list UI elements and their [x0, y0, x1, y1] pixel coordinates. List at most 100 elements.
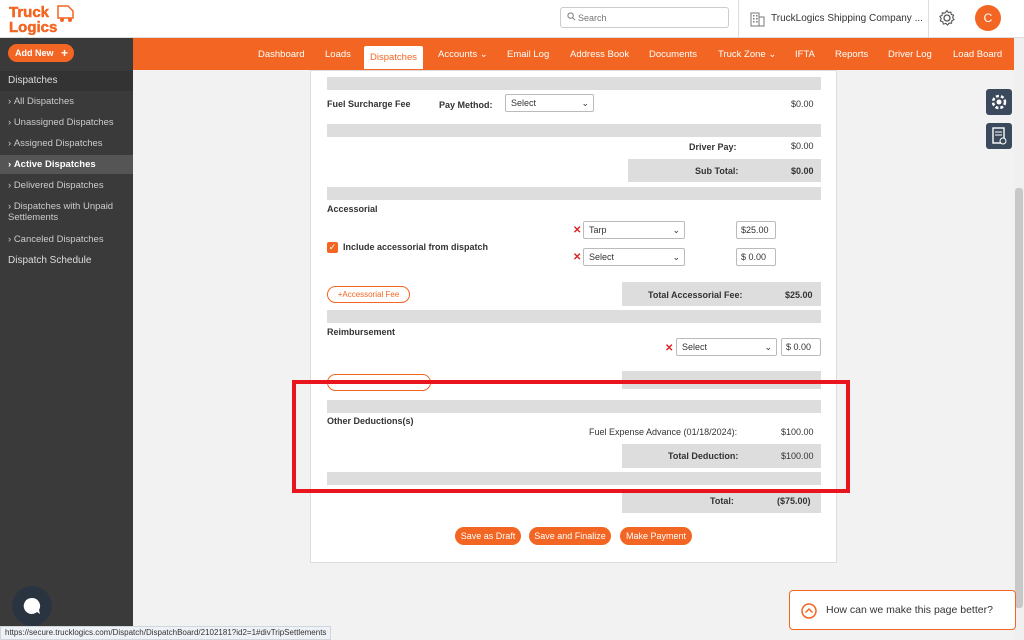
sidebar-item-label: Delivered Dispatches: [13, 180, 104, 191]
nav-accounts[interactable]: Accounts ⌄: [438, 49, 488, 60]
divider: [928, 0, 929, 38]
currency-symbol: $: [786, 342, 792, 352]
button-label: Accessorial Fee: [342, 290, 400, 299]
document-icon[interactable]: [986, 123, 1012, 149]
sidebar-item-assigned[interactable]: › Assigned Dispatches: [0, 138, 133, 149]
chat-button[interactable]: [12, 586, 52, 626]
sidebar-item-label: Active Dispatches: [13, 159, 96, 170]
nav-email-log[interactable]: Email Log: [507, 49, 549, 60]
sidebar-item-delivered[interactable]: › Delivered Dispatches: [0, 180, 133, 191]
top-header: Truck Logics TruckLogics Shipping Compan…: [0, 0, 1024, 38]
building-icon: [750, 12, 765, 27]
company-name: TruckLogics Shipping Company ...: [771, 13, 923, 24]
sidebar-item-active[interactable]: › Active Dispatches: [0, 155, 133, 174]
sidebar-item-label: All Dispatches: [13, 96, 75, 107]
page-scrollbar[interactable]: [1014, 38, 1024, 640]
nav-load-board[interactable]: Load Board: [953, 49, 1002, 60]
feedback-text: How can we make this page better?: [826, 604, 993, 616]
trucklogics-logo[interactable]: Truck Logics: [8, 3, 76, 36]
reimbursement-amount[interactable]: $ 0.00: [781, 338, 821, 356]
remove-row-icon[interactable]: ✕: [665, 343, 673, 354]
total-label: Total:: [710, 496, 734, 506]
nav-truck-zone-label: Truck Zone: [718, 49, 766, 60]
settings-icon[interactable]: [986, 89, 1012, 115]
chevron-down-icon: ⌄: [768, 49, 777, 60]
driver-pay-label: Driver Pay:: [689, 142, 737, 152]
sidebar-item-unassigned[interactable]: › Unassigned Dispatches: [0, 117, 133, 128]
section-divider: [327, 77, 821, 90]
search-input[interactable]: [578, 11, 723, 24]
nav-ifta[interactable]: IFTA: [795, 49, 815, 60]
total-value: ($75.00): [777, 496, 811, 506]
reimbursement-label: Reimbursement: [327, 327, 396, 337]
nav-dispatches[interactable]: Dispatches: [364, 46, 423, 69]
total-accessorial-value: $25.00: [785, 290, 813, 300]
remove-row-icon[interactable]: ✕: [573, 225, 581, 236]
feedback-widget[interactable]: How can we make this page better?: [789, 590, 1016, 630]
sub-total-value: $0.00: [791, 166, 814, 176]
sidebar-item-unpaid-settlements[interactable]: › Dispatches with Unpaid Settlements: [0, 201, 133, 223]
svg-text:Logics: Logics: [9, 19, 57, 35]
remove-row-icon[interactable]: ✕: [573, 252, 581, 263]
driver-pay-value: $0.00: [791, 141, 814, 151]
nav-truck-zone[interactable]: Truck Zone ⌄: [718, 49, 776, 60]
amount-value: 25.00: [746, 225, 769, 235]
sidebar: Add New + Dispatches › All Dispatches › U…: [0, 38, 133, 640]
pay-method-select[interactable]: Select ⌄: [505, 94, 594, 112]
chevron-up-circle-icon: [801, 603, 817, 619]
sidebar-section-dispatches[interactable]: Dispatches: [0, 71, 133, 91]
scrollbar-thumb[interactable]: [1015, 188, 1023, 608]
pay-method-label: Pay Method:: [439, 100, 493, 110]
include-accessorial-label: Include accessorial from dispatch: [343, 242, 489, 252]
nav-reports[interactable]: Reports: [835, 49, 868, 60]
nav-driver-log[interactable]: Driver Log: [888, 49, 932, 60]
nav-loads[interactable]: Loads: [325, 49, 351, 60]
reimbursement-select[interactable]: Select ⌄: [676, 338, 777, 356]
sidebar-item-canceled[interactable]: › Canceled Dispatches: [0, 234, 133, 245]
accessorial-amount-2[interactable]: $ 0.00: [736, 248, 776, 266]
nav-accounts-label: Accounts: [438, 49, 478, 60]
main-nav: Dashboard Loads Dispatches Accounts ⌄ Em…: [0, 38, 1024, 70]
chevron-down-icon: ⌄: [581, 98, 589, 108]
user-avatar[interactable]: C: [975, 5, 1001, 31]
add-new-button[interactable]: Add New +: [8, 44, 74, 62]
accessorial-label: Accessorial: [327, 204, 378, 214]
make-payment-button[interactable]: Make Payment: [620, 527, 692, 545]
select-value: Tarp: [589, 225, 607, 235]
section-divider: [327, 124, 821, 137]
company-switcher[interactable]: TruckLogics Shipping Company ...: [749, 11, 923, 29]
amount-value: 0.00: [793, 342, 812, 352]
select-value: Select: [589, 252, 615, 262]
total-accessorial-label: Total Accessorial Fee:: [648, 290, 743, 300]
save-as-draft-button[interactable]: Save as Draft: [455, 527, 521, 545]
include-accessorial-checkbox[interactable]: ✓: [327, 242, 338, 253]
section-divider: [327, 187, 821, 200]
highlight-box: [292, 380, 850, 493]
sub-total-label: Sub Total:: [695, 166, 739, 176]
chevron-down-icon: ⌄: [479, 49, 488, 60]
accessorial-amount-1[interactable]: $25.00: [736, 221, 776, 239]
sidebar-item-label: Unassigned Dispatches: [13, 117, 114, 128]
add-accessorial-fee-button[interactable]: +Accessorial Fee: [327, 286, 410, 303]
save-and-finalize-button[interactable]: Save and Finalize: [529, 527, 611, 545]
search-box[interactable]: [560, 7, 729, 28]
gear-icon[interactable]: [938, 9, 956, 29]
select-value: Select: [511, 98, 537, 108]
fuel-surcharge-amount: $0.00: [791, 99, 814, 109]
select-value: Select: [682, 342, 708, 352]
sidebar-section-schedule[interactable]: Dispatch Schedule: [0, 251, 133, 271]
chevron-down-icon: ⌄: [764, 342, 772, 352]
search-icon: [567, 12, 576, 21]
plus-icon: +: [60, 46, 68, 60]
chevron-down-icon: ⌄: [672, 252, 680, 262]
nav-address-book[interactable]: Address Book: [570, 49, 629, 60]
divider: [738, 0, 739, 38]
accessorial-select-2[interactable]: Select ⌄: [583, 248, 685, 266]
accessorial-select-1[interactable]: Tarp ⌄: [583, 221, 685, 239]
nav-documents[interactable]: Documents: [649, 49, 697, 60]
status-bar-url: https://secure.trucklogics.com/Dispatch/…: [0, 626, 332, 640]
nav-dashboard[interactable]: Dashboard: [258, 49, 304, 60]
chevron-down-icon: ⌄: [672, 225, 680, 235]
sidebar-item-all-dispatches[interactable]: › All Dispatches: [0, 96, 133, 107]
sidebar-item-label: Canceled Dispatches: [13, 234, 104, 245]
